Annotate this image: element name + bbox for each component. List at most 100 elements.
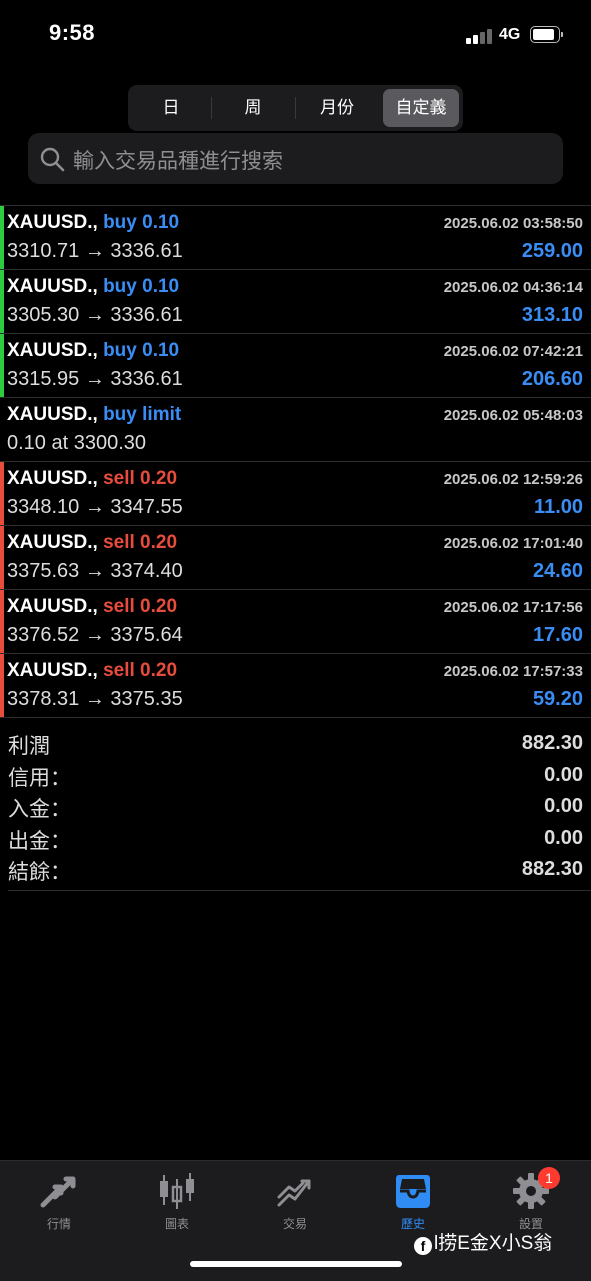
history-inbox-icon (396, 1175, 430, 1208)
summary-label: 出金： (8, 828, 71, 853)
order-type: sell 0.20 (103, 596, 178, 617)
order-type: buy 0.10 (103, 212, 180, 233)
notification-badge: 1 (538, 1167, 560, 1189)
side-indicator-bar (0, 654, 4, 717)
order-symbol-type: XAUUSD., buy limit (7, 404, 181, 426)
tab-charts[interactable]: 圖表 (118, 1171, 236, 1241)
order-symbol: XAUUSD., (7, 340, 98, 361)
summary-value: 882.30 (521, 858, 583, 880)
tab-label: 行情 (46, 1217, 71, 1231)
cellular-signal-icon (466, 27, 494, 44)
order-prices: 3376.52 → 3375.64 (7, 624, 183, 646)
order-row[interactable]: XAUUSD., sell 0.20 3375.63 → 3374.40 2025.… (0, 526, 591, 590)
order-row[interactable]: XAUUSD., buy limit 0.10 at 3300.30 2025.06… (0, 398, 591, 462)
order-symbol: XAUUSD., (7, 468, 98, 489)
order-datetime: 2025.06.02 17:57:33 (443, 663, 583, 680)
order-datetime: 2025.06.02 04:36:14 (443, 279, 583, 296)
account-summary: 利潤 882.30 信用： 0.00 入金： 0.00 出金： 0.00 結餘： 882.30 (0, 730, 591, 888)
side-indicator-bar (0, 270, 4, 333)
tab-label: 圖表 (164, 1217, 189, 1231)
candlestick-chart-icon (160, 1173, 194, 1209)
order-profit: 206.60 (521, 368, 583, 390)
order-prices: 3378.31 → 3375.35 (7, 688, 183, 710)
summary-row: 利潤 882.30 (0, 730, 591, 762)
order-prices: 3375.63 → 3374.40 (7, 560, 183, 582)
order-datetime: 2025.06.02 05:48:03 (443, 407, 583, 424)
order-prices: 0.10 at 3300.30 (7, 432, 147, 454)
order-symbol-type: XAUUSD., sell 0.20 (7, 532, 177, 554)
order-row[interactable]: XAUUSD., sell 0.20 3376.52 → 3375.64 2025.… (0, 590, 591, 654)
order-row[interactable]: XAUUSD., sell 0.20 3378.31 → 3375.35 2025.… (0, 654, 591, 718)
order-symbol: XAUUSD., (7, 212, 98, 233)
tab-custom[interactable]: 自定義 (383, 89, 459, 127)
order-datetime: 2025.06.02 07:42:21 (443, 343, 583, 360)
order-symbol-type: XAUUSD., sell 0.20 (7, 468, 177, 490)
tab-week[interactable]: 周 (212, 89, 294, 127)
order-symbol: XAUUSD., (7, 660, 98, 681)
side-indicator-bar (0, 590, 4, 653)
summary-value: 0.00 (544, 826, 583, 849)
order-prices: 3315.95 → 3336.61 (7, 368, 183, 390)
order-profit: 11.00 (534, 496, 583, 518)
search-placeholder: 輸入交易品種進行搜索 (73, 149, 283, 173)
home-indicator[interactable] (190, 1261, 402, 1267)
order-symbol: XAUUSD., (7, 596, 98, 617)
order-datetime: 2025.06.02 17:01:40 (443, 535, 583, 552)
period-segmented-control: 日 周 月份 自定義 (128, 85, 463, 131)
search-input[interactable]: 輸入交易品種進行搜索 (28, 133, 563, 184)
order-symbol: XAUUSD., (7, 532, 98, 553)
order-datetime: 2025.06.02 12:59:26 (443, 471, 583, 488)
side-indicator-bar (0, 398, 4, 461)
side-indicator-bar (0, 206, 4, 269)
summary-row: 出金： 0.00 (0, 825, 591, 857)
summary-value: 0.00 (544, 795, 583, 817)
order-profit: 259.00 (521, 240, 583, 262)
tab-trade[interactable]: 交易 (236, 1171, 354, 1241)
order-type: sell 0.20 (103, 660, 178, 681)
trade-trend-icon (277, 1179, 311, 1207)
order-type: buy limit (103, 404, 182, 425)
search-icon (40, 147, 65, 172)
watermark-text: l捞E金X小S翁 (434, 1233, 553, 1254)
order-type: sell 0.20 (103, 468, 178, 489)
order-row[interactable]: XAUUSD., buy 0.10 3315.95 → 3336.61 2025.0… (0, 334, 591, 398)
watermark: f l捞E金X小S翁 (414, 1228, 552, 1255)
summary-row: 入金： 0.00 (0, 793, 591, 825)
battery-icon (530, 26, 563, 43)
summary-label: 結餘： (8, 860, 71, 884)
order-symbol-type: XAUUSD., buy 0.10 (7, 212, 179, 234)
summary-value: 882.30 (521, 732, 583, 754)
order-datetime: 2025.06.02 17:17:56 (443, 599, 583, 616)
order-prices: 3305.30 → 3336.61 (7, 304, 183, 326)
summary-value: 0.00 (544, 763, 583, 786)
order-row[interactable]: XAUUSD., buy 0.10 3310.71 → 3336.61 2025.0… (0, 206, 591, 270)
tab-label: 交易 (282, 1217, 307, 1231)
tab-day[interactable]: 日 (132, 89, 210, 127)
order-profit: 59.20 (532, 688, 583, 710)
order-symbol-type: XAUUSD., sell 0.20 (7, 596, 177, 618)
network-type: 4G (499, 26, 521, 43)
summary-row: 結餘： 882.30 (0, 856, 591, 888)
order-datetime: 2025.06.02 03:58:50 (443, 215, 583, 232)
order-prices: 3310.71 → 3336.61 (7, 240, 183, 262)
summary-label: 入金： (8, 797, 71, 821)
order-symbol: XAUUSD., (7, 276, 98, 297)
status-time: 9:58 (49, 20, 96, 45)
order-type: buy 0.10 (103, 276, 180, 297)
order-profit: 313.10 (521, 304, 583, 326)
order-profit: 17.60 (532, 624, 583, 646)
summary-divider (8, 890, 591, 891)
order-symbol-type: XAUUSD., sell 0.20 (7, 660, 177, 682)
summary-row: 信用： 0.00 (0, 762, 591, 794)
order-symbol-type: XAUUSD., buy 0.10 (7, 340, 179, 362)
tab-month[interactable]: 月份 (296, 89, 378, 127)
order-profit: 24.60 (532, 560, 583, 582)
tab-quotes[interactable]: 行情 (0, 1171, 118, 1241)
summary-label: 利潤 (8, 734, 50, 758)
side-indicator-bar (0, 462, 4, 525)
order-row[interactable]: XAUUSD., buy 0.10 3305.30 → 3336.61 2025.0… (0, 270, 591, 334)
order-row[interactable]: XAUUSD., sell 0.20 3348.10 → 3347.55 2025.… (0, 462, 591, 526)
order-symbol-type: XAUUSD., buy 0.10 (7, 276, 179, 298)
history-list: XAUUSD., buy 0.10 3310.71 → 3336.61 2025.0… (0, 205, 591, 718)
order-prices: 3348.10 → 3347.55 (7, 496, 183, 518)
